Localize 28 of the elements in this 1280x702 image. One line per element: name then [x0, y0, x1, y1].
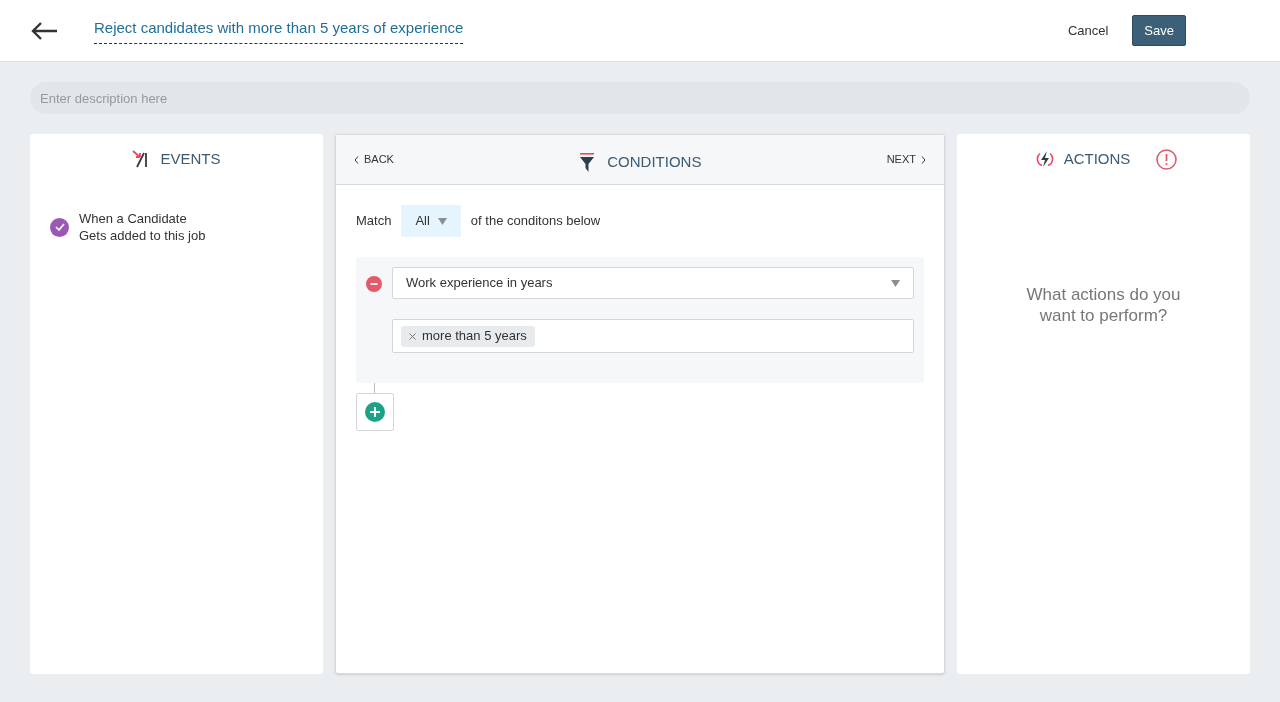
actions-heading: ACTIONS — [1063, 148, 1131, 169]
match-dropdown[interactable]: All — [401, 205, 461, 237]
event-label[interactable]: When a Candidate Gets added to this job — [79, 210, 206, 244]
add-condition-button[interactable] — [356, 393, 394, 431]
value-field[interactable]: more than 5 years — [392, 319, 914, 353]
chevron-right-icon — [921, 155, 926, 164]
actions-empty-text: What actions do you want to perform? — [1025, 284, 1182, 326]
description-field[interactable]: Enter description here — [30, 82, 1250, 114]
dropdown-caret-icon — [891, 279, 900, 287]
remove-tag-icon[interactable] — [409, 332, 416, 340]
add-icon — [365, 402, 385, 422]
back-button[interactable]: BACK — [354, 151, 394, 168]
match-suffix: of the conditons below — [470, 212, 601, 231]
cancel-button[interactable]: Cancel — [1067, 20, 1109, 41]
filter-icon — [579, 152, 596, 173]
next-button[interactable]: NEXT — [886, 151, 926, 168]
events-heading: EVENTS — [160, 148, 221, 169]
chevron-left-icon — [354, 155, 359, 164]
back-arrow-icon[interactable] — [30, 20, 58, 41]
rule-title[interactable]: Reject candidates with more than 5 years of experience — [94, 16, 464, 45]
conditions-heading: CONDITIONS — [607, 152, 702, 173]
value-tag: more than 5 years — [401, 325, 535, 347]
match-label: Match — [356, 212, 392, 231]
lightning-icon — [1035, 150, 1054, 168]
save-button[interactable]: Save — [1132, 15, 1186, 46]
field-dropdown[interactable]: Work experience in years — [392, 267, 914, 299]
remove-icon[interactable] — [366, 276, 382, 292]
dropdown-caret-icon — [437, 217, 447, 225]
